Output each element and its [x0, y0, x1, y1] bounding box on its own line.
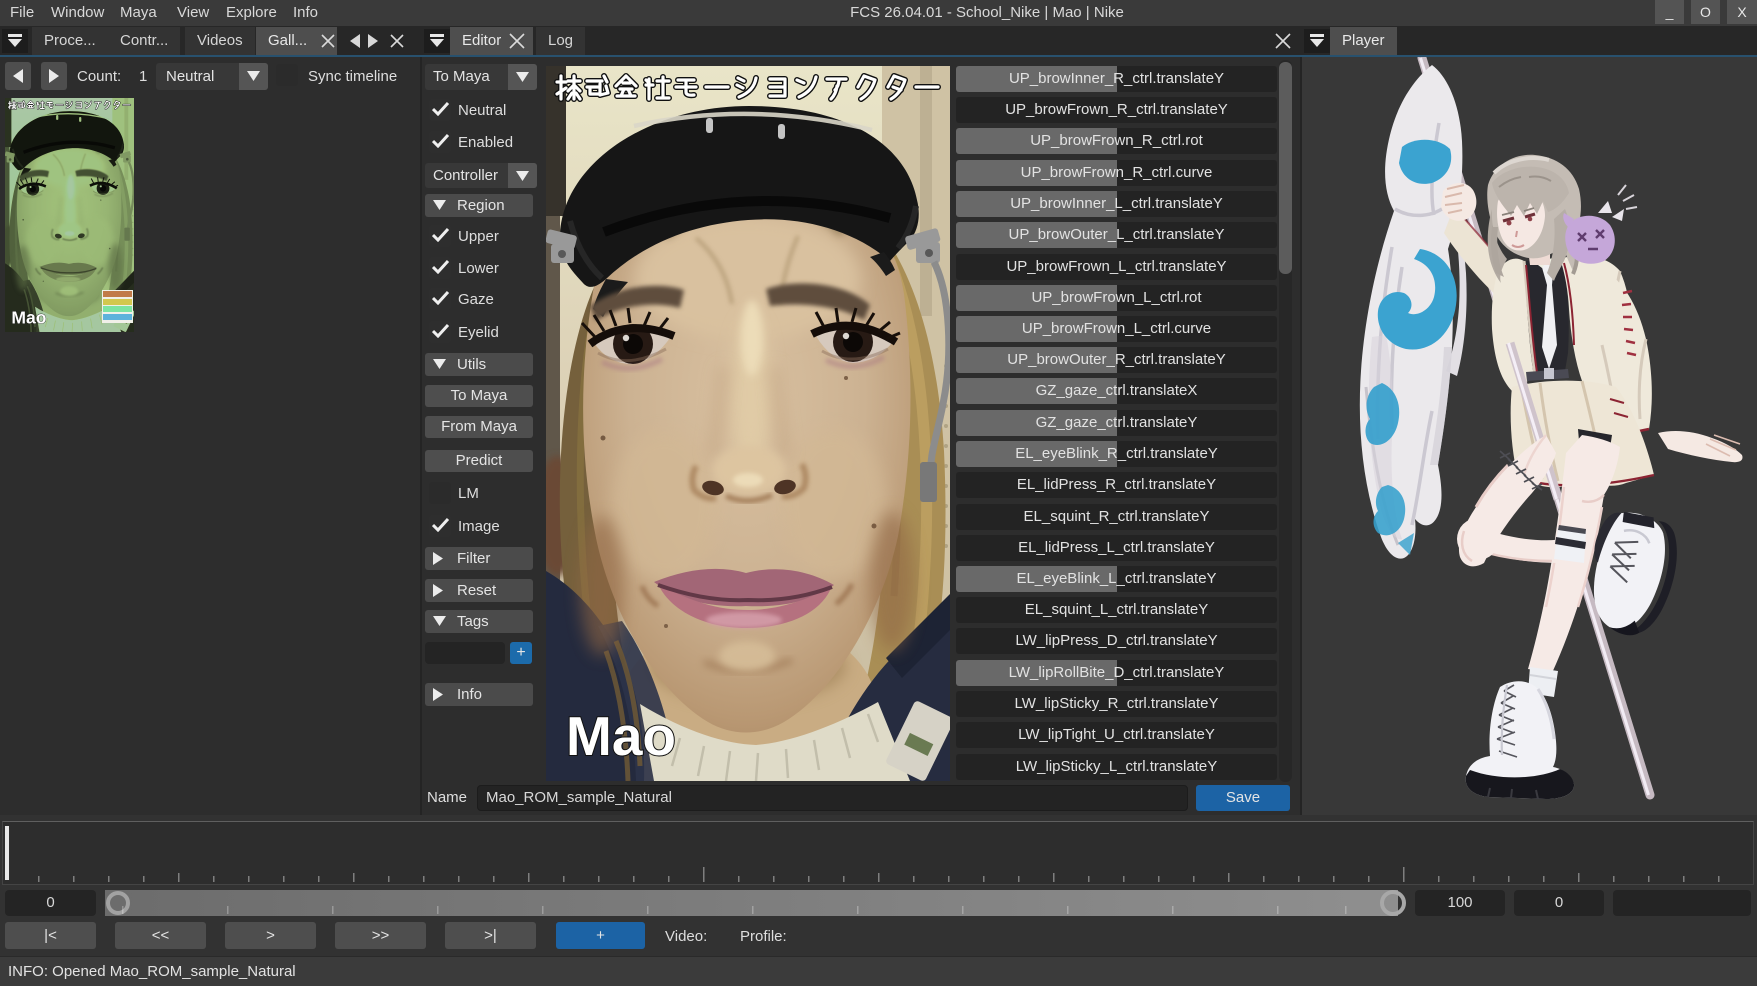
svg-text:Mao: Mao	[566, 705, 676, 767]
